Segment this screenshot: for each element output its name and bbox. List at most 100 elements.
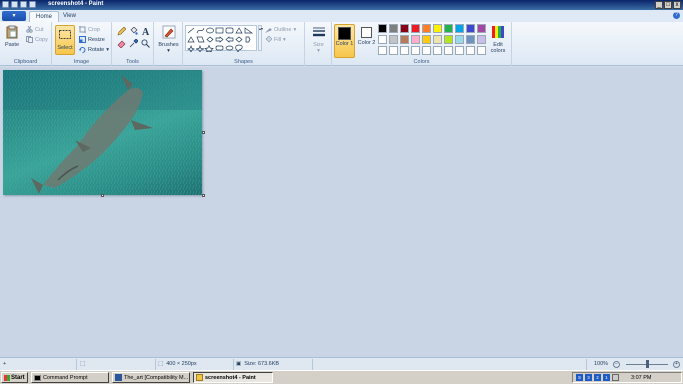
palette-color-swatch[interactable]: [455, 46, 464, 55]
palette-color-swatch[interactable]: [400, 35, 409, 44]
task-paint[interactable]: screenshot4 - Paint: [193, 372, 273, 383]
tray-icon[interactable]: 1: [603, 374, 610, 381]
palette-color-swatch[interactable]: [411, 35, 420, 44]
start-button[interactable]: Start: [1, 372, 28, 383]
tray-icon[interactable]: S: [576, 374, 583, 381]
resize-handle-right[interactable]: [202, 131, 205, 134]
color-picker-icon[interactable]: [129, 39, 138, 48]
task-label: The_art [Compatibility M...: [124, 374, 189, 381]
text-icon[interactable]: A: [141, 26, 151, 36]
system-tray: S 3 2 1 3:07 PM: [572, 372, 682, 383]
palette-color-swatch[interactable]: [433, 35, 442, 44]
color2-label: Color 2: [357, 40, 376, 46]
zoom-slider-thumb[interactable]: [646, 360, 649, 368]
shapes-scroll[interactable]: ▴▾: [258, 25, 263, 51]
palette-color-swatch[interactable]: [444, 35, 453, 44]
resize-button[interactable]: Resize: [79, 36, 105, 43]
zoom-out-button[interactable]: −: [613, 361, 620, 368]
palette-color-swatch[interactable]: [411, 24, 420, 33]
palette-color-swatch[interactable]: [455, 24, 464, 33]
palette-color-swatch[interactable]: [466, 35, 475, 44]
svg-text:A: A: [142, 27, 150, 36]
palette-color-swatch[interactable]: [389, 46, 398, 55]
palette-color-swatch[interactable]: [466, 24, 475, 33]
palette-color-swatch[interactable]: [389, 24, 398, 33]
tab-home[interactable]: Home: [29, 11, 60, 22]
palette-color-swatch[interactable]: [477, 35, 486, 44]
ribbon: Paste Cut Copy Clipboard Select Crop Res…: [0, 22, 683, 66]
brushes-button[interactable]: Brushes ▾: [156, 25, 181, 54]
palette-color-swatch[interactable]: [422, 24, 431, 33]
resize-icon: [79, 36, 86, 43]
magnifier-icon[interactable]: [141, 39, 150, 48]
cursor-position-icon: +: [3, 361, 7, 367]
color-wheel-icon: [492, 26, 504, 38]
maximize-button[interactable]: □: [664, 1, 672, 9]
canvas[interactable]: [3, 70, 202, 195]
palette-color-swatch[interactable]: [444, 24, 453, 33]
file-size-text: Size: 673.6KB: [244, 361, 280, 367]
shark-photo: [3, 70, 202, 195]
minimize-button[interactable]: _: [655, 1, 663, 9]
palette-color-swatch[interactable]: [400, 46, 409, 55]
rotate-button[interactable]: Rotate ▾: [79, 46, 109, 53]
redo-icon[interactable]: [29, 1, 36, 8]
close-button[interactable]: x: [673, 1, 681, 9]
tab-view[interactable]: View: [57, 11, 82, 22]
palette-color-swatch[interactable]: [477, 46, 486, 55]
color2-button[interactable]: Color 2: [357, 24, 376, 58]
copy-button[interactable]: Copy: [26, 36, 48, 43]
color2-swatch: [361, 27, 372, 38]
resize-handle-corner[interactable]: [202, 194, 205, 197]
crop-button[interactable]: Crop: [79, 26, 100, 33]
selection-size-icon: ⬚: [80, 361, 86, 367]
fill-bucket-icon[interactable]: [129, 27, 138, 36]
paste-button[interactable]: Paste: [3, 25, 21, 48]
task-command-prompt[interactable]: Command Prompt: [31, 372, 109, 383]
rotate-icon: [79, 47, 86, 53]
tray-icon[interactable]: 3: [585, 374, 592, 381]
fill-button[interactable]: Fill ▾: [265, 36, 286, 43]
save-icon[interactable]: [11, 1, 18, 8]
image-group-label: Image: [73, 59, 90, 65]
palette-color-swatch[interactable]: [400, 24, 409, 33]
palette-color-swatch[interactable]: [444, 46, 453, 55]
windows-logo-icon: [4, 374, 10, 381]
edit-colors-button[interactable]: Edit colors: [487, 25, 509, 54]
shapes-group: ▴▾ Outline ▾ Fill ▾ Shapes: [183, 22, 305, 66]
palette-color-swatch[interactable]: [411, 46, 420, 55]
task-word-document[interactable]: The_art [Compatibility M...: [112, 372, 190, 383]
shapes-gallery[interactable]: [185, 25, 257, 53]
palette-color-swatch[interactable]: [378, 24, 387, 33]
disk-icon: ▣: [236, 361, 242, 367]
palette-color-swatch[interactable]: [433, 24, 442, 33]
volume-icon[interactable]: [612, 374, 619, 381]
paint-menu-button[interactable]: ▾: [2, 11, 26, 21]
app-icon[interactable]: [2, 1, 9, 8]
palette-color-swatch[interactable]: [422, 46, 431, 55]
tray-icon[interactable]: 2: [594, 374, 601, 381]
select-button[interactable]: Select: [55, 25, 75, 55]
palette-color-swatch[interactable]: [378, 35, 387, 44]
palette-color-swatch[interactable]: [455, 35, 464, 44]
cut-button[interactable]: Cut: [26, 26, 44, 33]
color1-button[interactable]: Color 1: [334, 24, 355, 58]
scissors-icon: [26, 26, 33, 33]
clock[interactable]: 3:07 PM: [631, 375, 651, 381]
resize-handle-bottom[interactable]: [101, 194, 104, 197]
outline-button[interactable]: Outline ▾: [265, 26, 296, 33]
palette-color-swatch[interactable]: [466, 46, 475, 55]
palette-color-swatch[interactable]: [422, 35, 431, 44]
size-button[interactable]: Size ▾: [308, 25, 329, 54]
palette-color-swatch[interactable]: [433, 46, 442, 55]
palette-color-swatch[interactable]: [389, 35, 398, 44]
eraser-icon[interactable]: [117, 39, 126, 48]
zoom-in-button[interactable]: +: [673, 361, 680, 368]
help-icon[interactable]: ?: [673, 12, 680, 19]
selection-icon: [59, 30, 71, 39]
palette-color-swatch[interactable]: [477, 24, 486, 33]
copy-label: Copy: [35, 36, 48, 43]
pencil-icon[interactable]: [117, 27, 126, 36]
undo-icon[interactable]: [20, 1, 27, 8]
palette-color-swatch[interactable]: [378, 46, 387, 55]
